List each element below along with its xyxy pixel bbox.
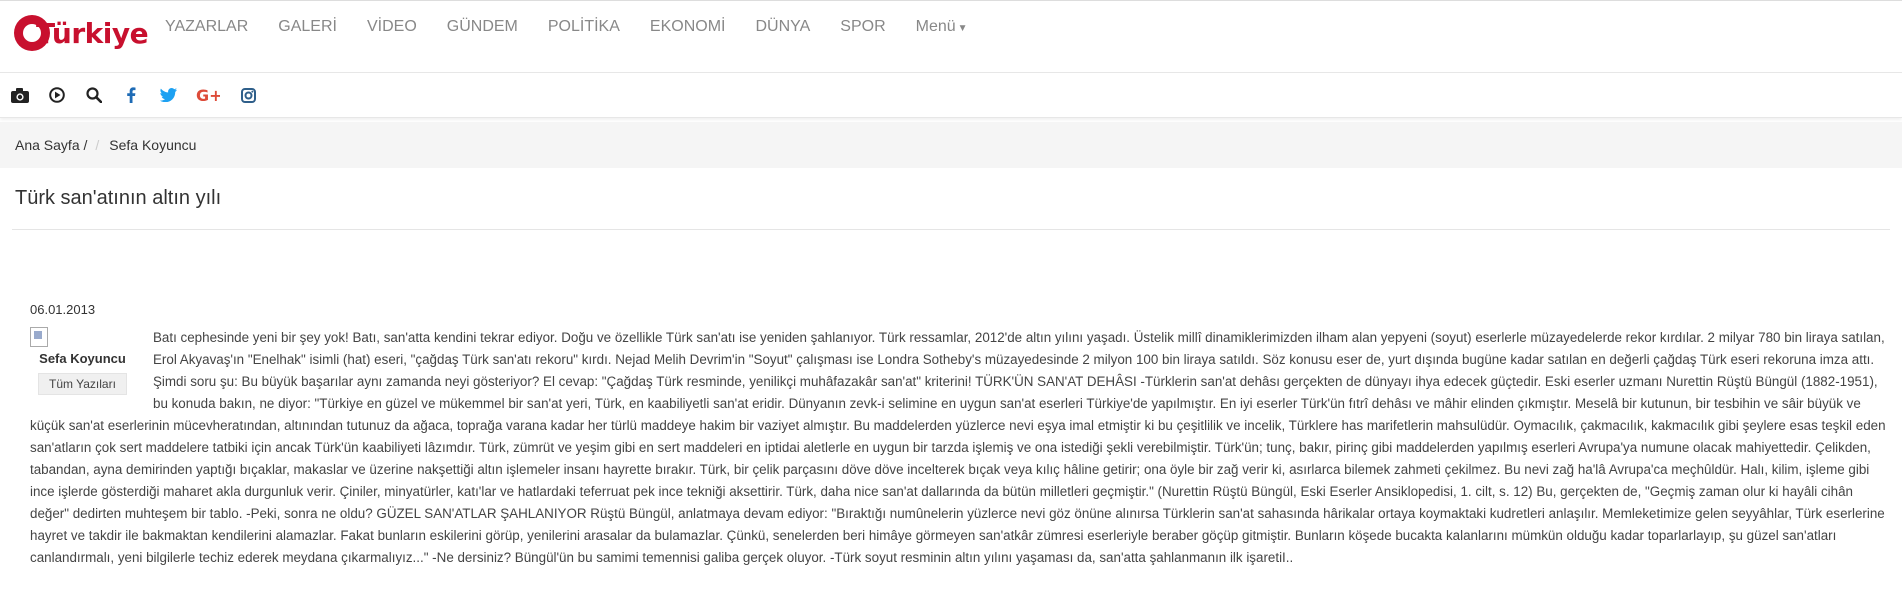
facebook-icon[interactable]: [122, 86, 140, 104]
author-name[interactable]: Sefa Koyuncu: [30, 351, 135, 367]
page-title: Türk san'atının altın yılı: [15, 187, 222, 209]
play-icon[interactable]: [48, 86, 66, 104]
article-date: 06.01.2013: [30, 302, 96, 317]
author-card: Sefa Koyuncu Tüm Yazıları: [30, 327, 135, 395]
social-icon-bar: G+: [0, 73, 1902, 118]
google-plus-icon[interactable]: G+: [196, 86, 220, 104]
title-section: Türk san'atının altın yılı: [12, 168, 1890, 230]
instagram-icon[interactable]: [239, 86, 257, 104]
nav-item-menu[interactable]: Menü ▼: [916, 19, 968, 37]
camera-icon[interactable]: [11, 86, 29, 104]
search-icon[interactable]: [85, 86, 103, 104]
author-avatar: [30, 327, 48, 347]
logo-text: Türkiye: [36, 16, 149, 50]
top-navbar: Türkiye YAZARLAR GALERİ VİDEO GÜNDEM POL…: [0, 0, 1902, 73]
nav-item-dunya[interactable]: DÜNYA: [755, 19, 810, 37]
site-logo[interactable]: Türkiye: [14, 15, 149, 51]
breadcrumb-current: Sefa Koyuncu: [109, 137, 197, 153]
menu-label: Menü: [915, 18, 956, 35]
breadcrumb-home-link[interactable]: Ana Sayfa /: [15, 137, 87, 153]
nav-item-spor[interactable]: SPOR: [840, 19, 885, 37]
nav-item-politika[interactable]: POLİTİKA: [548, 19, 620, 37]
twitter-icon[interactable]: [159, 86, 177, 104]
caret-down-icon: ▼: [957, 23, 968, 34]
nav-item-gundem[interactable]: GÜNDEM: [447, 19, 518, 37]
svg-text:G+: G+: [196, 87, 220, 103]
breadcrumb: Ana Sayfa / / Sefa Koyuncu: [0, 122, 1902, 168]
nav-item-video[interactable]: VİDEO: [367, 19, 417, 37]
article-content: 06.01.2013 Sefa Koyuncu Tüm Yazıları Bat…: [30, 302, 1892, 569]
breadcrumb-separator: /: [95, 137, 100, 153]
nav-item-ekonomi[interactable]: EKONOMİ: [650, 19, 726, 37]
main-nav: YAZARLAR GALERİ VİDEO GÜNDEM POLİTİKA EK…: [165, 19, 998, 37]
all-posts-button[interactable]: Tüm Yazıları: [38, 373, 127, 395]
nav-item-galeri[interactable]: GALERİ: [278, 19, 337, 37]
nav-item-yazarlar[interactable]: YAZARLAR: [165, 19, 248, 37]
article-body: Batı cephesinde yeni bir şey yok! Batı, …: [30, 330, 1886, 565]
